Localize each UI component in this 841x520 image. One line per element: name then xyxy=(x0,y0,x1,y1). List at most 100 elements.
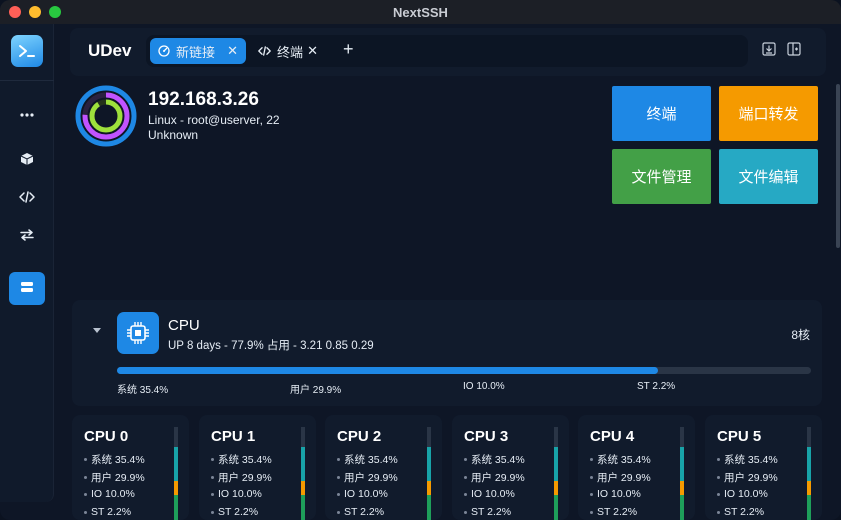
cpu-usage-fill xyxy=(117,367,658,374)
bullet-dot xyxy=(337,492,340,496)
cpu-core-usage-segment xyxy=(427,495,431,520)
cpu-core-stat: ST 2.2% xyxy=(717,506,764,518)
host-status: Unknown xyxy=(148,128,199,142)
cpu-core-stat: ST 2.2% xyxy=(84,506,131,518)
bullet-dot xyxy=(211,492,214,496)
file-manager-button[interactable]: 文件管理 xyxy=(612,149,711,204)
cpu-core-usage-segment xyxy=(807,495,811,520)
close-window-button[interactable] xyxy=(9,6,21,18)
terminal-prompt-icon[interactable] xyxy=(11,35,43,67)
cpu-core-usage-segment xyxy=(301,495,305,520)
window-title: NextSSH xyxy=(393,4,448,20)
bullet-dot xyxy=(337,458,340,461)
cpu-core-stat: ST 2.2% xyxy=(211,506,258,518)
cpu-core-stat-text: 系统 35.4% xyxy=(218,454,272,466)
cpu-core-stat: IO 10.0% xyxy=(337,488,388,500)
cpu-core-usage-bar xyxy=(807,427,811,520)
cpu-core-stat-text: ST 2.2% xyxy=(218,506,259,518)
cpu-core-name: CPU 4 xyxy=(590,428,635,445)
maximize-window-button[interactable] xyxy=(49,6,61,18)
sidebar-item-more[interactable] xyxy=(9,98,45,128)
cpu-core-stat-text: ST 2.2% xyxy=(724,506,765,518)
bullet-dot xyxy=(84,458,87,461)
cpu-core-name: CPU 3 xyxy=(464,428,509,445)
cpu-core-usage-bar xyxy=(174,427,178,520)
bullet-dot xyxy=(337,476,340,479)
port-forward-button[interactable]: 端口转发 xyxy=(719,86,818,141)
bullet-dot xyxy=(211,510,214,514)
sidebar-item-transfer[interactable] xyxy=(9,222,45,252)
bullet-dot xyxy=(717,492,720,496)
cpu-core-name: CPU 2 xyxy=(337,428,382,445)
host-info: 192.168.3.26 Linux - root@userver, 22 Un… xyxy=(70,84,610,184)
add-tab-button[interactable]: + xyxy=(343,39,354,60)
cpu-panel: CPU UP 8 days - 77.9% 占用 - 3.21 0.85 0.2… xyxy=(72,300,822,406)
tab-label: 新链接 xyxy=(176,44,216,60)
sidebar-divider xyxy=(0,80,54,81)
cpu-core-usage-segment xyxy=(680,481,684,495)
cpu-core-stat-text: IO 10.0% xyxy=(471,488,515,500)
bullet-dot xyxy=(590,492,593,496)
cpu-core-stat: IO 10.0% xyxy=(211,488,262,500)
minimize-window-button[interactable] xyxy=(29,6,41,18)
cpu-core-usage-segment xyxy=(554,481,558,495)
cpu-core-stat-text: ST 2.2% xyxy=(471,506,512,518)
cpu-core-stat-text: 用户 29.9% xyxy=(91,472,145,484)
sidebar-item-server[interactable] xyxy=(9,272,45,305)
cpu-core-stat: 系统 35.4% xyxy=(464,452,525,467)
cpu-core-stat: 用户 29.9% xyxy=(337,470,398,485)
cpu-core-stat-text: 系统 35.4% xyxy=(344,454,398,466)
swap-arrows-icon xyxy=(20,228,34,246)
cpu-core-stat-text: ST 2.2% xyxy=(597,506,638,518)
cpu-core-stat-text: IO 10.0% xyxy=(91,488,135,500)
ellipsis-icon xyxy=(20,104,34,122)
scrollbar[interactable] xyxy=(836,84,840,248)
cpu-core-card: CPU 1 系统 35.4% 用户 29.9% IO 10.0% ST 2.2% xyxy=(199,415,316,520)
cpu-core-stat: ST 2.2% xyxy=(464,506,511,518)
tab-terminal[interactable]: 终端 ✕ xyxy=(250,38,326,64)
cpu-core-usage-segment xyxy=(174,495,178,520)
cpu-core-stat-text: 用户 29.9% xyxy=(344,472,398,484)
cpu-core-stat: IO 10.0% xyxy=(84,488,135,500)
cpu-subtitle: UP 8 days - 77.9% 占用 - 3.21 0.85 0.29 xyxy=(168,340,374,352)
host-ip: 192.168.3.26 xyxy=(148,89,259,110)
cpu-core-stat: 用户 29.9% xyxy=(84,470,145,485)
collapse-chevron-icon[interactable] xyxy=(93,328,101,333)
file-editor-button[interactable]: 文件编辑 xyxy=(719,149,818,204)
cpu-core-stat: ST 2.2% xyxy=(590,506,637,518)
cpu-core-stat: ST 2.2% xyxy=(337,506,384,518)
bullet-dot xyxy=(84,492,87,496)
cpu-title: CPU xyxy=(168,317,200,334)
cpu-core-usage-segment xyxy=(301,447,305,481)
terminal-button[interactable]: 终端 xyxy=(612,86,711,141)
tab-new-connection[interactable]: 新链接 ✕ xyxy=(150,38,246,64)
app-window: NextSSH UDev 新链接 ✕ 终端 ✕ + 192.168.3.26 L… xyxy=(0,0,841,520)
window-controls xyxy=(9,6,61,18)
cpu-core-stat-text: IO 10.0% xyxy=(344,488,388,500)
cpu-core-usage-bar xyxy=(427,427,431,520)
sidebar-item-cube[interactable] xyxy=(9,146,45,176)
bullet-dot xyxy=(717,476,720,479)
cpu-core-usage-segment xyxy=(554,495,558,520)
host-os-line: Linux - root@userver, 22 xyxy=(148,113,280,127)
bullet-dot xyxy=(717,510,720,514)
bullet-dot xyxy=(464,510,467,514)
cpu-stat-io: IO 10.0% xyxy=(463,381,505,392)
split-panel-icon[interactable] xyxy=(787,42,803,58)
cpu-core-card: CPU 3 系统 35.4% 用户 29.9% IO 10.0% ST 2.2% xyxy=(452,415,569,520)
cpu-core-name: CPU 0 xyxy=(84,428,129,445)
cpu-core-stat: 系统 35.4% xyxy=(590,452,651,467)
cpu-core-usage-bar xyxy=(554,427,558,520)
cpu-core-stat-text: 系统 35.4% xyxy=(724,454,778,466)
close-icon[interactable]: ✕ xyxy=(227,43,238,59)
cpu-stat-system: 系统 35.4% xyxy=(117,385,169,396)
download-icon[interactable] xyxy=(762,42,778,58)
cpu-core-stat: 用户 29.9% xyxy=(590,470,651,485)
cpu-core-usage-segment xyxy=(427,481,431,495)
cpu-core-card: CPU 4 系统 35.4% 用户 29.9% IO 10.0% ST 2.2% xyxy=(578,415,695,520)
close-icon[interactable]: ✕ xyxy=(307,43,318,59)
cpu-chip-icon xyxy=(117,312,159,354)
tab-strip: 新链接 ✕ 终端 ✕ + xyxy=(146,35,748,67)
sidebar-item-code[interactable] xyxy=(9,184,45,214)
cpu-stat-user: 用户 29.9% xyxy=(290,385,342,396)
